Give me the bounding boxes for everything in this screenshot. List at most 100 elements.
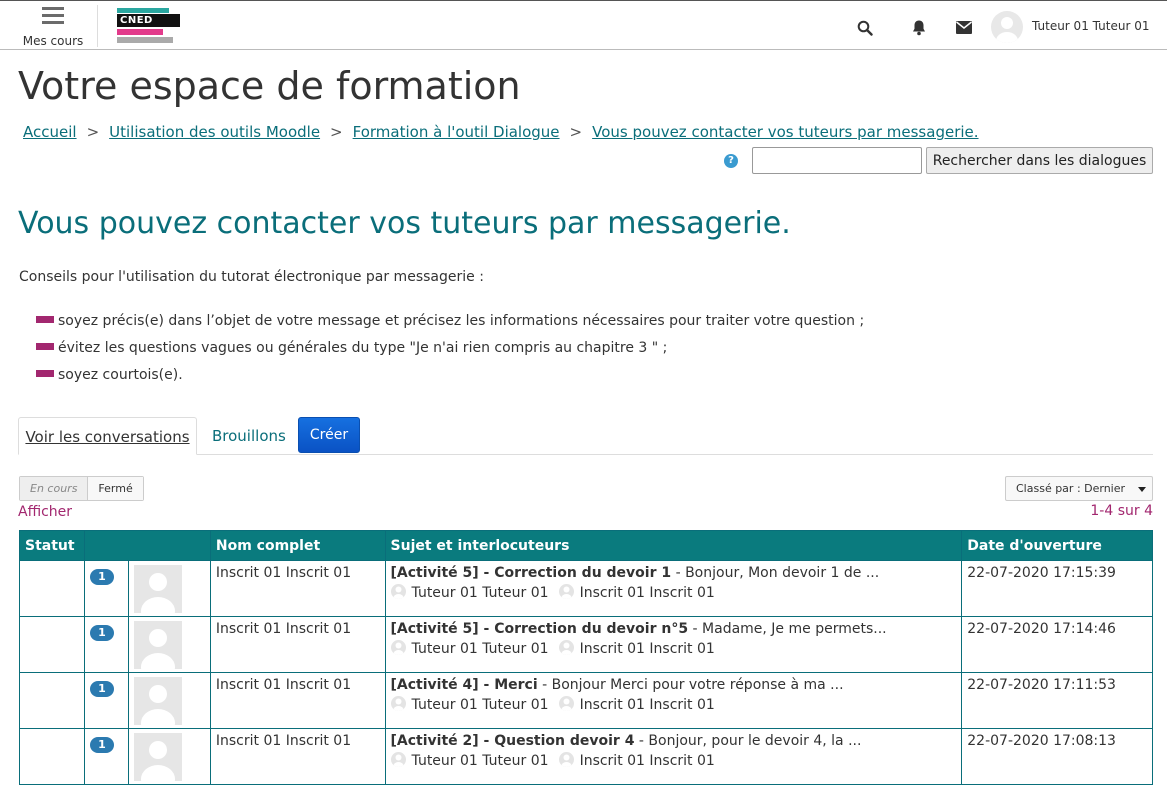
subject-cell[interactable]: [Activité 5] - Correction du devoir 1 - … xyxy=(384,560,963,617)
filter-open-button[interactable]: En cours xyxy=(20,477,89,500)
subject-cell[interactable]: [Activité 4] - Merci - Bonjour Merci pou… xyxy=(384,672,963,729)
user-avatar-icon xyxy=(558,696,574,711)
date-cell: 22-07-2020 17:14:46 xyxy=(961,616,1153,673)
breadcrumb-home[interactable]: Accueil xyxy=(23,123,77,141)
name-cell[interactable]: Inscrit 01 Inscrit 01 xyxy=(209,616,386,673)
tip-text: soyez courtois(e). xyxy=(58,367,183,383)
name-cell[interactable]: Inscrit 01 Inscrit 01 xyxy=(209,560,386,617)
filter-closed-button[interactable]: Fermé xyxy=(88,477,143,500)
logo-text: CNED xyxy=(117,14,180,27)
badge-cell: 1 xyxy=(83,560,129,617)
sort-dropdown[interactable]: Classé par : Dernier xyxy=(1005,476,1153,501)
bullet-icon xyxy=(36,316,54,323)
participant-tutor: Tuteur 01 Tuteur 01 xyxy=(411,641,549,657)
status-cell xyxy=(19,616,85,673)
avatar xyxy=(133,621,182,669)
subject-title[interactable]: [Activité 5] - Correction du devoir 1 xyxy=(391,565,672,581)
subject-snippet: - Bonjour Merci pour votre réponse à ma … xyxy=(537,677,844,693)
subject-title[interactable]: [Activité 4] - Merci xyxy=(391,677,538,693)
sort-label: Classé par : Dernier xyxy=(1016,482,1126,495)
participant-student: Inscrit 01 Inscrit 01 xyxy=(579,585,715,601)
table-row[interactable]: 1 Inscrit 01 Inscrit 01 [Activité 4] - M… xyxy=(19,672,1153,729)
participant-tutor: Tuteur 01 Tuteur 01 xyxy=(411,753,549,769)
table-header-row: Statut Nom complet Sujet et interlocuteu… xyxy=(19,530,1153,561)
name-cell[interactable]: Inscrit 01 Inscrit 01 xyxy=(209,672,386,729)
menu-icon[interactable] xyxy=(42,7,64,25)
col-open-date[interactable]: Date d'ouverture xyxy=(961,530,1153,561)
tab-conversations-label: Voir les conversations xyxy=(25,428,190,446)
participant-tutor: Tuteur 01 Tuteur 01 xyxy=(411,585,549,601)
create-button[interactable]: Créer xyxy=(298,417,360,453)
subject-snippet: - Bonjour, pour le devoir 4, la ... xyxy=(634,733,862,749)
breadcrumb-current[interactable]: Vous pouvez contacter vos tuteurs par me… xyxy=(592,123,978,141)
table-row[interactable]: 1 Inscrit 01 Inscrit 01 [Activité 2] - Q… xyxy=(19,728,1153,785)
unread-badge: 1 xyxy=(89,569,114,585)
status-cell xyxy=(19,560,85,617)
participant-student: Inscrit 01 Inscrit 01 xyxy=(579,753,715,769)
badge-cell: 1 xyxy=(83,728,129,785)
bell-icon[interactable] xyxy=(911,19,927,36)
date-cell: 22-07-2020 17:08:13 xyxy=(961,728,1153,785)
breadcrumb-moodle-tools[interactable]: Utilisation des outils Moodle xyxy=(109,123,320,141)
breadcrumb: Accueil > Utilisation des outils Moodle > Fo… xyxy=(23,123,979,141)
navbar: Mes cours CNED Tuteur 01 Tuteur 01 xyxy=(0,0,1167,50)
status-cell xyxy=(19,728,85,785)
my-courses-button[interactable]: Mes cours xyxy=(18,7,88,48)
participant-tutor: Tuteur 01 Tuteur 01 xyxy=(411,697,549,713)
avatar-cell xyxy=(127,728,211,785)
user-avatar-icon xyxy=(390,696,406,711)
avatar xyxy=(133,565,182,613)
show-label[interactable]: Afficher xyxy=(18,504,72,520)
badge-cell: 1 xyxy=(83,672,129,729)
badge-cell: 1 xyxy=(83,616,129,673)
subject-title[interactable]: [Activité 2] - Question devoir 4 xyxy=(391,733,635,749)
subject-title[interactable]: [Activité 5] - Correction du devoir n°5 xyxy=(391,621,689,637)
my-courses-label: Mes cours xyxy=(22,34,84,48)
user-avatar-icon xyxy=(390,752,406,767)
user-avatar-icon xyxy=(390,640,406,655)
search-icon[interactable] xyxy=(857,20,873,36)
avatar xyxy=(133,733,182,781)
caret-down-icon xyxy=(1138,487,1146,492)
tab-drafts[interactable]: Brouillons xyxy=(212,427,286,445)
avatar-cell xyxy=(127,560,211,617)
user-avatar-icon[interactable] xyxy=(991,11,1023,43)
user-avatar-icon xyxy=(558,640,574,655)
envelope-icon[interactable] xyxy=(956,21,972,34)
status-cell xyxy=(19,672,85,729)
table-row[interactable]: 1 Inscrit 01 Inscrit 01 [Activité 5] - C… xyxy=(19,616,1153,673)
tip-item: soyez courtois(e). xyxy=(36,366,864,393)
page-title: Votre espace de formation xyxy=(18,64,521,108)
unread-badge: 1 xyxy=(89,625,114,641)
subject-snippet: - Bonjour, Mon devoir 1 de ... xyxy=(671,565,880,581)
date-cell: 22-07-2020 17:11:53 xyxy=(961,672,1153,729)
subject-cell[interactable]: [Activité 5] - Correction du devoir n°5 … xyxy=(384,616,963,673)
search-dialogues-button[interactable]: Rechercher dans les dialogues xyxy=(926,147,1153,174)
col-status[interactable]: Statut xyxy=(19,530,85,561)
col-full-name[interactable]: Nom complet xyxy=(209,530,386,561)
tip-text: évitez les questions vagues ou générales… xyxy=(58,340,668,356)
user-avatar-icon xyxy=(558,584,574,599)
user-menu-name[interactable]: Tuteur 01 Tuteur 01 xyxy=(1032,19,1149,33)
user-avatar-icon xyxy=(390,584,406,599)
unread-badge: 1 xyxy=(89,681,114,697)
tab-conversations[interactable]: Voir les conversations xyxy=(18,417,197,455)
table-row[interactable]: 1 Inscrit 01 Inscrit 01 [Activité 5] - C… xyxy=(19,560,1153,617)
subject-cell[interactable]: [Activité 2] - Question devoir 4 - Bonjo… xyxy=(384,728,963,785)
breadcrumb-separator: > xyxy=(330,123,343,141)
avatar-cell xyxy=(127,616,211,673)
tip-item: évitez les questions vagues ou générales… xyxy=(36,339,864,366)
avatar-cell xyxy=(127,672,211,729)
section-heading: Vous pouvez contacter vos tuteurs par me… xyxy=(18,206,791,241)
breadcrumb-separator: > xyxy=(569,123,583,141)
tip-text: soyez précis(e) dans l’objet de votre me… xyxy=(58,313,865,329)
help-icon[interactable]: ? xyxy=(724,154,738,168)
col-subject[interactable]: Sujet et interlocuteurs xyxy=(384,530,963,561)
user-avatar-icon xyxy=(558,752,574,767)
dialogue-search-input[interactable] xyxy=(752,147,922,174)
name-cell[interactable]: Inscrit 01 Inscrit 01 xyxy=(209,728,386,785)
bullet-icon xyxy=(36,370,54,377)
breadcrumb-dialogue-training[interactable]: Formation à l'outil Dialogue xyxy=(353,123,560,141)
cned-logo[interactable]: CNED xyxy=(117,8,182,44)
bullet-icon xyxy=(36,343,54,350)
